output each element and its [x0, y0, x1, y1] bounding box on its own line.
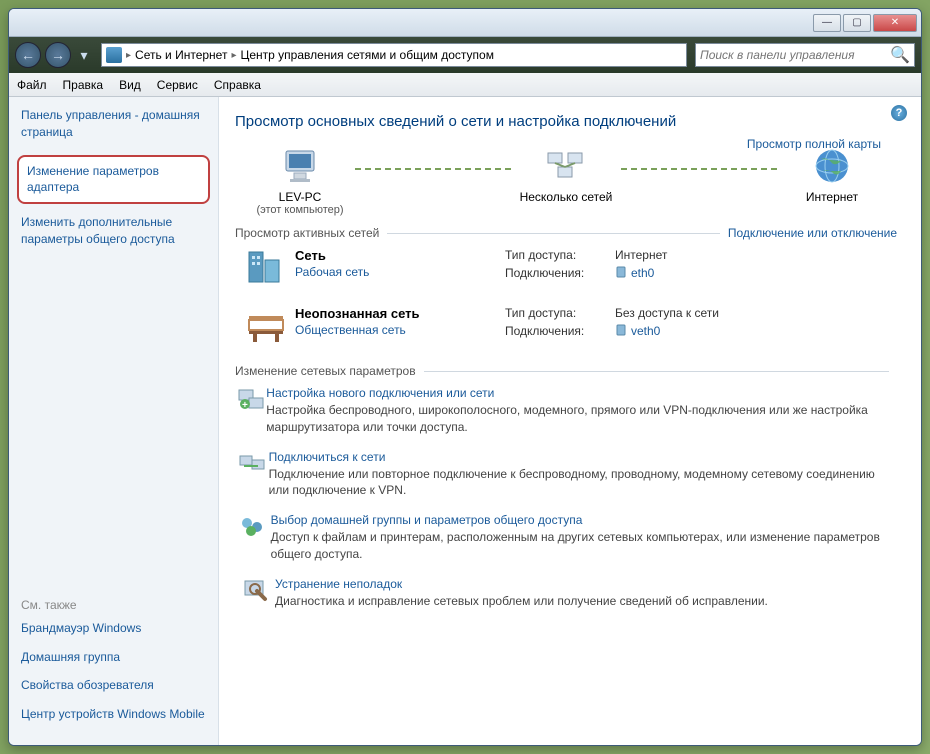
- svg-text:+: +: [242, 400, 248, 411]
- networks-icon: [544, 147, 588, 185]
- prop-key: Тип доступа:: [505, 306, 615, 320]
- node-sublabel: (этот компьютер): [235, 204, 365, 216]
- breadcrumb-part[interactable]: Центр управления сетями и общим доступом: [240, 48, 494, 62]
- section-title: Изменение сетевых параметров: [235, 364, 416, 378]
- task-connect: Подключиться к сети Подключение или повт…: [235, 450, 897, 500]
- connect-disconnect-link[interactable]: Подключение или отключение: [728, 226, 897, 240]
- task-new-connection: + Настройка нового подключения или сети …: [235, 386, 897, 436]
- prop-key: Подключения:: [505, 266, 615, 280]
- network-block: Сеть Рабочая сеть Тип доступа:Интернет П…: [235, 248, 897, 288]
- node-label: Несколько сетей: [501, 190, 631, 204]
- prop-value: Интернет: [615, 248, 667, 262]
- see-also-heading: См. также: [21, 598, 206, 612]
- public-network-icon: [243, 306, 287, 346]
- network-icon: [106, 47, 122, 63]
- troubleshoot-icon: [241, 577, 269, 603]
- close-button[interactable]: ✕: [873, 14, 917, 32]
- control-panel-home-link[interactable]: Панель управления - домашняя страница: [21, 107, 206, 141]
- task-troubleshoot: Устранение неполадок Диагностика и испра…: [235, 577, 897, 610]
- menu-edit[interactable]: Правка: [63, 78, 104, 92]
- help-icon[interactable]: ?: [891, 105, 907, 121]
- prop-key: Подключения:: [505, 324, 615, 338]
- task-title[interactable]: Подключиться к сети: [269, 450, 897, 464]
- chevron-right-icon: ▸: [126, 50, 131, 61]
- menu-help[interactable]: Справка: [214, 78, 261, 92]
- task-desc: Диагностика и исправление сетевых пробле…: [275, 593, 768, 610]
- history-dropdown[interactable]: ▾: [75, 46, 93, 64]
- seealso-firewall[interactable]: Брандмауэр Windows: [21, 620, 206, 637]
- task-desc: Подключение или повторное подключение к …: [269, 466, 897, 500]
- page-title: Просмотр основных сведений о сети и наст…: [235, 113, 897, 130]
- sidebar-adapter-settings[interactable]: Изменение параметров адаптера: [17, 155, 210, 205]
- sidebar: Панель управления - домашняя страница Из…: [9, 97, 219, 745]
- section-title: Просмотр активных сетей: [235, 226, 379, 240]
- adapter-icon: [615, 266, 627, 280]
- sidebar-sharing-settings[interactable]: Изменить дополнительные параметры общего…: [21, 214, 206, 248]
- globe-icon: [813, 147, 851, 185]
- maximize-button[interactable]: ▢: [843, 14, 871, 32]
- task-title[interactable]: Выбор домашней группы и параметров общег…: [271, 513, 897, 527]
- node-multiple-networks[interactable]: Несколько сетей: [501, 144, 631, 216]
- menubar: Файл Правка Вид Сервис Справка: [9, 73, 921, 97]
- minimize-button[interactable]: —: [813, 14, 841, 32]
- task-homegroup: Выбор домашней группы и параметров общег…: [235, 513, 897, 563]
- back-button[interactable]: ←: [15, 42, 41, 68]
- window: — ▢ ✕ ← → ▾ ▸ Сеть и Интернет ▸ Центр уп…: [8, 8, 922, 746]
- adapter-icon: [615, 324, 627, 338]
- network-type-link[interactable]: Рабочая сеть: [295, 265, 505, 279]
- node-internet[interactable]: Интернет: [767, 144, 897, 216]
- seealso-mobile[interactable]: Центр устройств Windows Mobile: [21, 706, 206, 723]
- network-type-link[interactable]: Общественная сеть: [295, 323, 505, 337]
- breadcrumb-part[interactable]: Сеть и Интернет: [135, 48, 227, 62]
- computer-icon: [280, 147, 320, 185]
- new-connection-icon: +: [237, 386, 265, 412]
- homegroup-icon: [239, 513, 267, 539]
- menu-tools[interactable]: Сервис: [157, 78, 198, 92]
- menu-view[interactable]: Вид: [119, 78, 141, 92]
- chevron-right-icon: ▸: [231, 50, 236, 61]
- task-title[interactable]: Настройка нового подключения или сети: [266, 386, 897, 400]
- change-settings-header: Изменение сетевых параметров: [235, 364, 897, 378]
- network-block: Неопознанная сеть Общественная сеть Тип …: [235, 306, 897, 346]
- titlebar: — ▢ ✕: [9, 9, 921, 37]
- task-desc: Настройка беспроводного, широкополосного…: [266, 402, 897, 436]
- network-map: LEV-PC (этот компьютер) Несколько сетей …: [235, 144, 897, 216]
- seealso-browser[interactable]: Свойства обозревателя: [21, 677, 206, 694]
- task-desc: Доступ к файлам и принтерам, расположенн…: [271, 529, 897, 563]
- full-map-link[interactable]: Просмотр полной карты: [747, 137, 881, 151]
- network-title: Неопознанная сеть: [295, 306, 505, 321]
- active-networks-header: Просмотр активных сетей Подключение или …: [235, 226, 897, 240]
- menu-file[interactable]: Файл: [17, 78, 47, 92]
- forward-button[interactable]: →: [45, 42, 71, 68]
- connection-link[interactable]: eth0: [615, 266, 654, 280]
- body: Панель управления - домашняя страница Из…: [9, 97, 921, 745]
- seealso-homegroup[interactable]: Домашняя группа: [21, 649, 206, 666]
- connection-line: [355, 168, 511, 170]
- search-icon: 🔍: [890, 45, 910, 65]
- search-input[interactable]: [700, 48, 890, 62]
- work-network-icon: [243, 248, 287, 288]
- navbar: ← → ▾ ▸ Сеть и Интернет ▸ Центр управлен…: [9, 37, 921, 73]
- prop-value: Без доступа к сети: [615, 306, 719, 320]
- node-label: LEV-PC: [235, 190, 365, 204]
- connect-icon: [238, 450, 266, 476]
- breadcrumb[interactable]: ▸ Сеть и Интернет ▸ Центр управления сет…: [101, 43, 687, 67]
- node-label: Интернет: [767, 190, 897, 204]
- task-title[interactable]: Устранение неполадок: [275, 577, 768, 591]
- search-box[interactable]: 🔍: [695, 43, 915, 67]
- prop-key: Тип доступа:: [505, 248, 615, 262]
- node-this-pc[interactable]: LEV-PC (этот компьютер): [235, 144, 365, 216]
- connection-link[interactable]: veth0: [615, 324, 660, 338]
- connection-line: [621, 168, 777, 170]
- main-content: ? Просмотр основных сведений о сети и на…: [219, 97, 921, 745]
- network-title: Сеть: [295, 248, 505, 263]
